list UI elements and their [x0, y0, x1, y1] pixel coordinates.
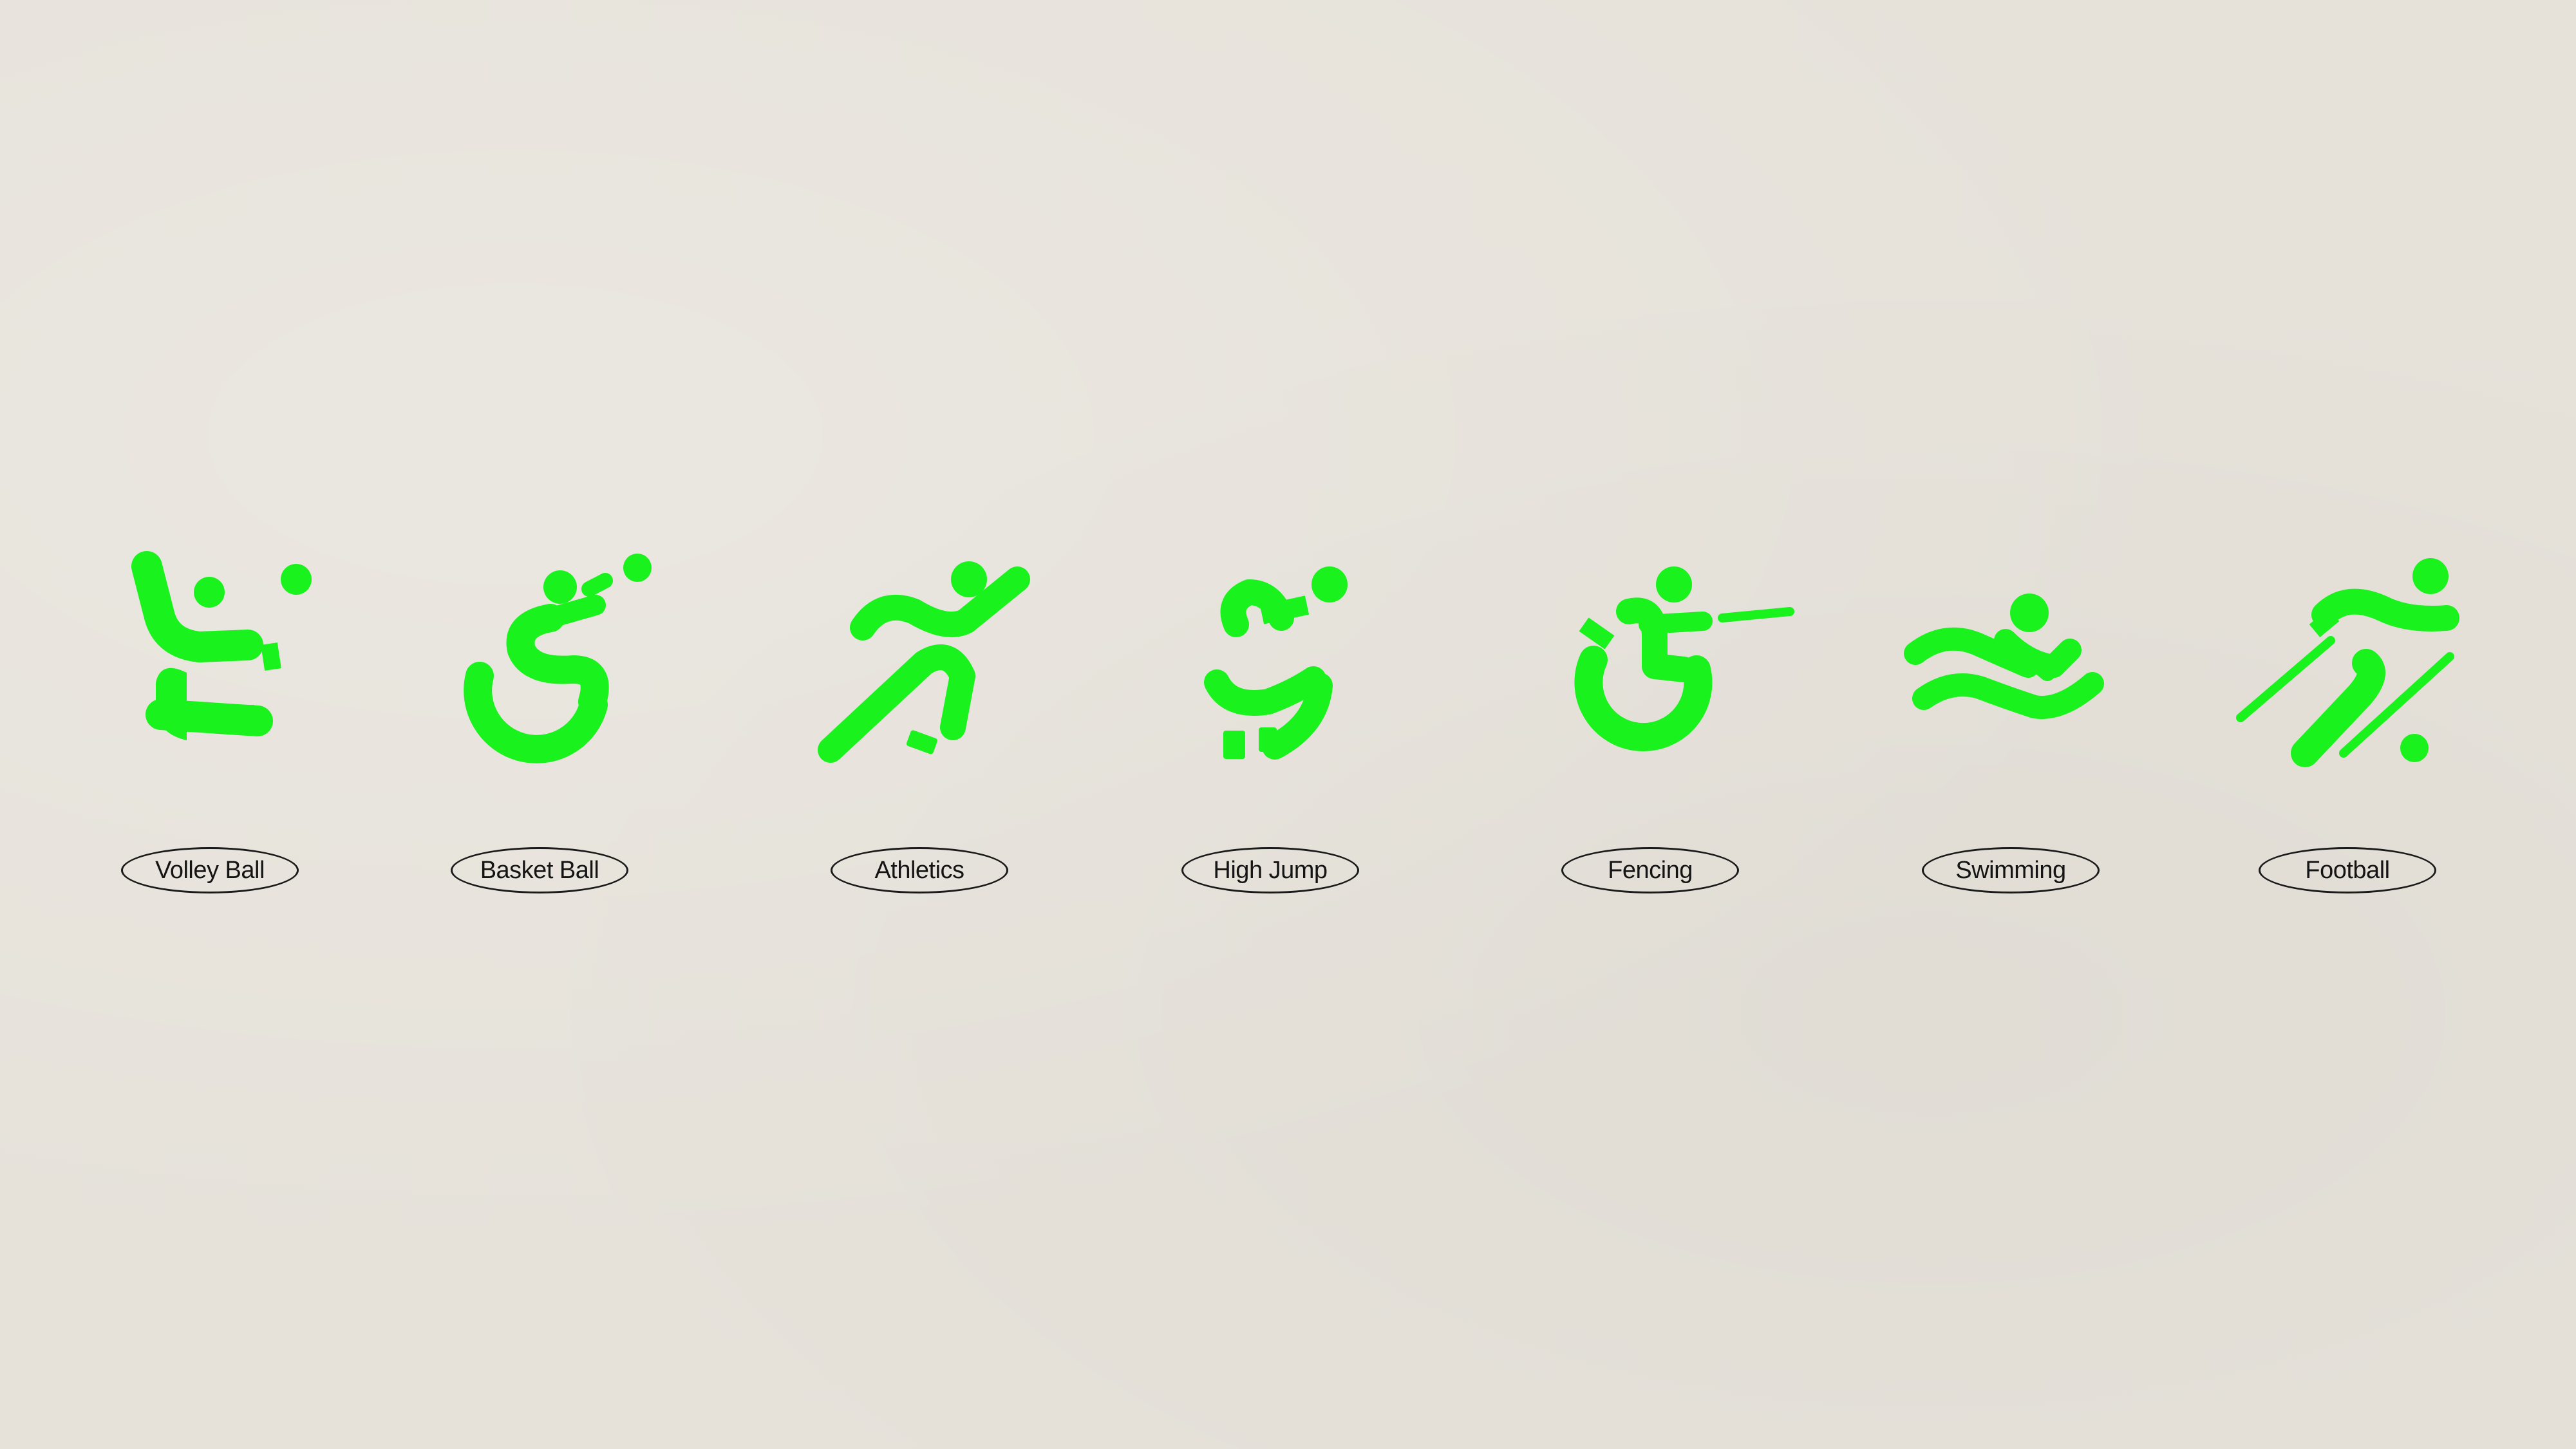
label-pill-volleyball: Volley Ball — [121, 847, 299, 893]
label-pill-high-jump: High Jump — [1181, 847, 1359, 893]
volleyball-pictogram-icon — [97, 541, 341, 785]
sport-label: High Jump — [1213, 856, 1328, 884]
blind-football-pictogram-icon — [2228, 541, 2472, 785]
wheelchair-fencing-pictogram-icon — [1545, 541, 1794, 785]
athletics-runner-pictogram-icon — [811, 541, 1056, 785]
sport-label: Basket Ball — [480, 856, 599, 884]
swimming-pictogram-icon — [1899, 541, 2144, 785]
sport-label: Volley Ball — [155, 856, 265, 884]
label-pill-basketball: Basket Ball — [451, 847, 628, 893]
label-pill-fencing: Fencing — [1561, 847, 1739, 893]
sport-label: Fencing — [1608, 856, 1693, 884]
sport-label: Swimming — [1955, 856, 2066, 884]
label-pill-athletics: Athletics — [831, 847, 1008, 893]
label-pill-swimming: Swimming — [1922, 847, 2100, 893]
sport-label: Athletics — [874, 856, 964, 884]
pictogram-sheet: Volley Ball Basket Ball Athletics High J… — [0, 0, 2576, 1449]
label-pill-football: Football — [2259, 847, 2436, 893]
wheelchair-basketball-pictogram-icon — [425, 541, 670, 785]
high-jump-pictogram-icon — [1165, 541, 1410, 785]
sport-label: Football — [2305, 856, 2390, 884]
